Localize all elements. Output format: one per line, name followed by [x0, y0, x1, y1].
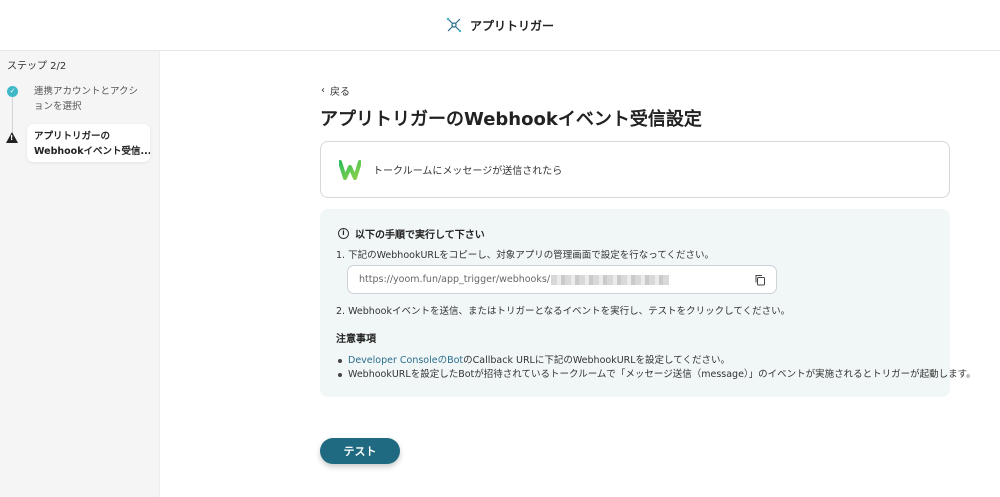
bullet [338, 373, 342, 377]
sidebar-step-select-account[interactable]: 連携アカウントとアクションを選択 [34, 84, 146, 114]
webhook-url-text: https://yoom.fun/app_trigger/webhooks/ [359, 274, 551, 285]
sidebar-step-label-line2: Webhookイベント受信... [34, 146, 150, 157]
copy-icon[interactable] [754, 274, 766, 286]
top-bar: アプリトリガー [0, 0, 1000, 51]
trigger-card: トークルームにメッセージが送信されたら [320, 141, 950, 198]
instruction-step-2: 2. Webhookイベントを送信、またはトリガーとなるイベントを実行し、テスト… [336, 306, 791, 317]
webhook-url-field[interactable]: https://yoom.fun/app_trigger/webhooks/ [347, 265, 777, 294]
masked-token [551, 274, 670, 285]
sidebar-step-webhook-settings[interactable]: アプリトリガーの Webhookイベント受信... [27, 124, 150, 162]
trigger-label: トークルームにメッセージが送信されたら [373, 166, 563, 177]
instructions-heading-text: 以下の手順で実行して下さい [355, 230, 485, 241]
instruction-step-1: 1. 下記のWebhookURLをコピーし、対象アプリの管理画面で設定を行なって… [336, 250, 715, 261]
app-title-text: アプリトリガー [469, 18, 554, 33]
step-connector [12, 97, 13, 137]
trigger-icon [446, 17, 462, 33]
check-icon: ✓ [7, 86, 18, 97]
back-label: 戻る [330, 87, 350, 98]
step-sidebar: ステップ 2/2 ✓ 連携アカウントとアクションを選択 ! アプリトリガーの W… [0, 51, 160, 497]
app-title: アプリトリガー [446, 17, 554, 34]
chevron-left-icon: ‹ [321, 85, 325, 96]
warning-icon: ! [6, 132, 18, 143]
developer-console-link[interactable]: Developer ConsoleのBot [348, 354, 463, 368]
list-item: WebhookURLを設定したBotが招待されているトークルームで「メッセージ送… [338, 368, 976, 382]
back-link[interactable]: ‹ 戻る [321, 83, 350, 98]
list-item: Developer ConsoleのBot のCallback URLに下記のW… [338, 354, 976, 368]
info-icon: i [338, 228, 349, 239]
bullet [338, 359, 342, 363]
note-1-text: のCallback URLに下記のWebhookURLを設定してください。 [463, 355, 730, 366]
notes-list: Developer ConsoleのBot のCallback URLに下記のW… [338, 354, 976, 382]
page-title: アプリトリガーのWebhookイベント受信設定 [320, 109, 702, 130]
instructions-heading: i 以下の手順で実行して下さい [338, 226, 485, 241]
notes-title: 注意事項 [336, 334, 376, 345]
works-logo-icon [339, 159, 361, 180]
step-count: ステップ 2/2 [7, 61, 67, 72]
sidebar-step-label-line1: アプリトリガーの [34, 131, 111, 142]
test-button[interactable]: テスト [320, 438, 400, 464]
instructions-box: i 以下の手順で実行して下さい 1. 下記のWebhookURLをコピーし、対象… [320, 209, 976, 397]
note-2-text: WebhookURLを設定したBotが招待されているトークルームで「メッセージ送… [348, 369, 976, 380]
